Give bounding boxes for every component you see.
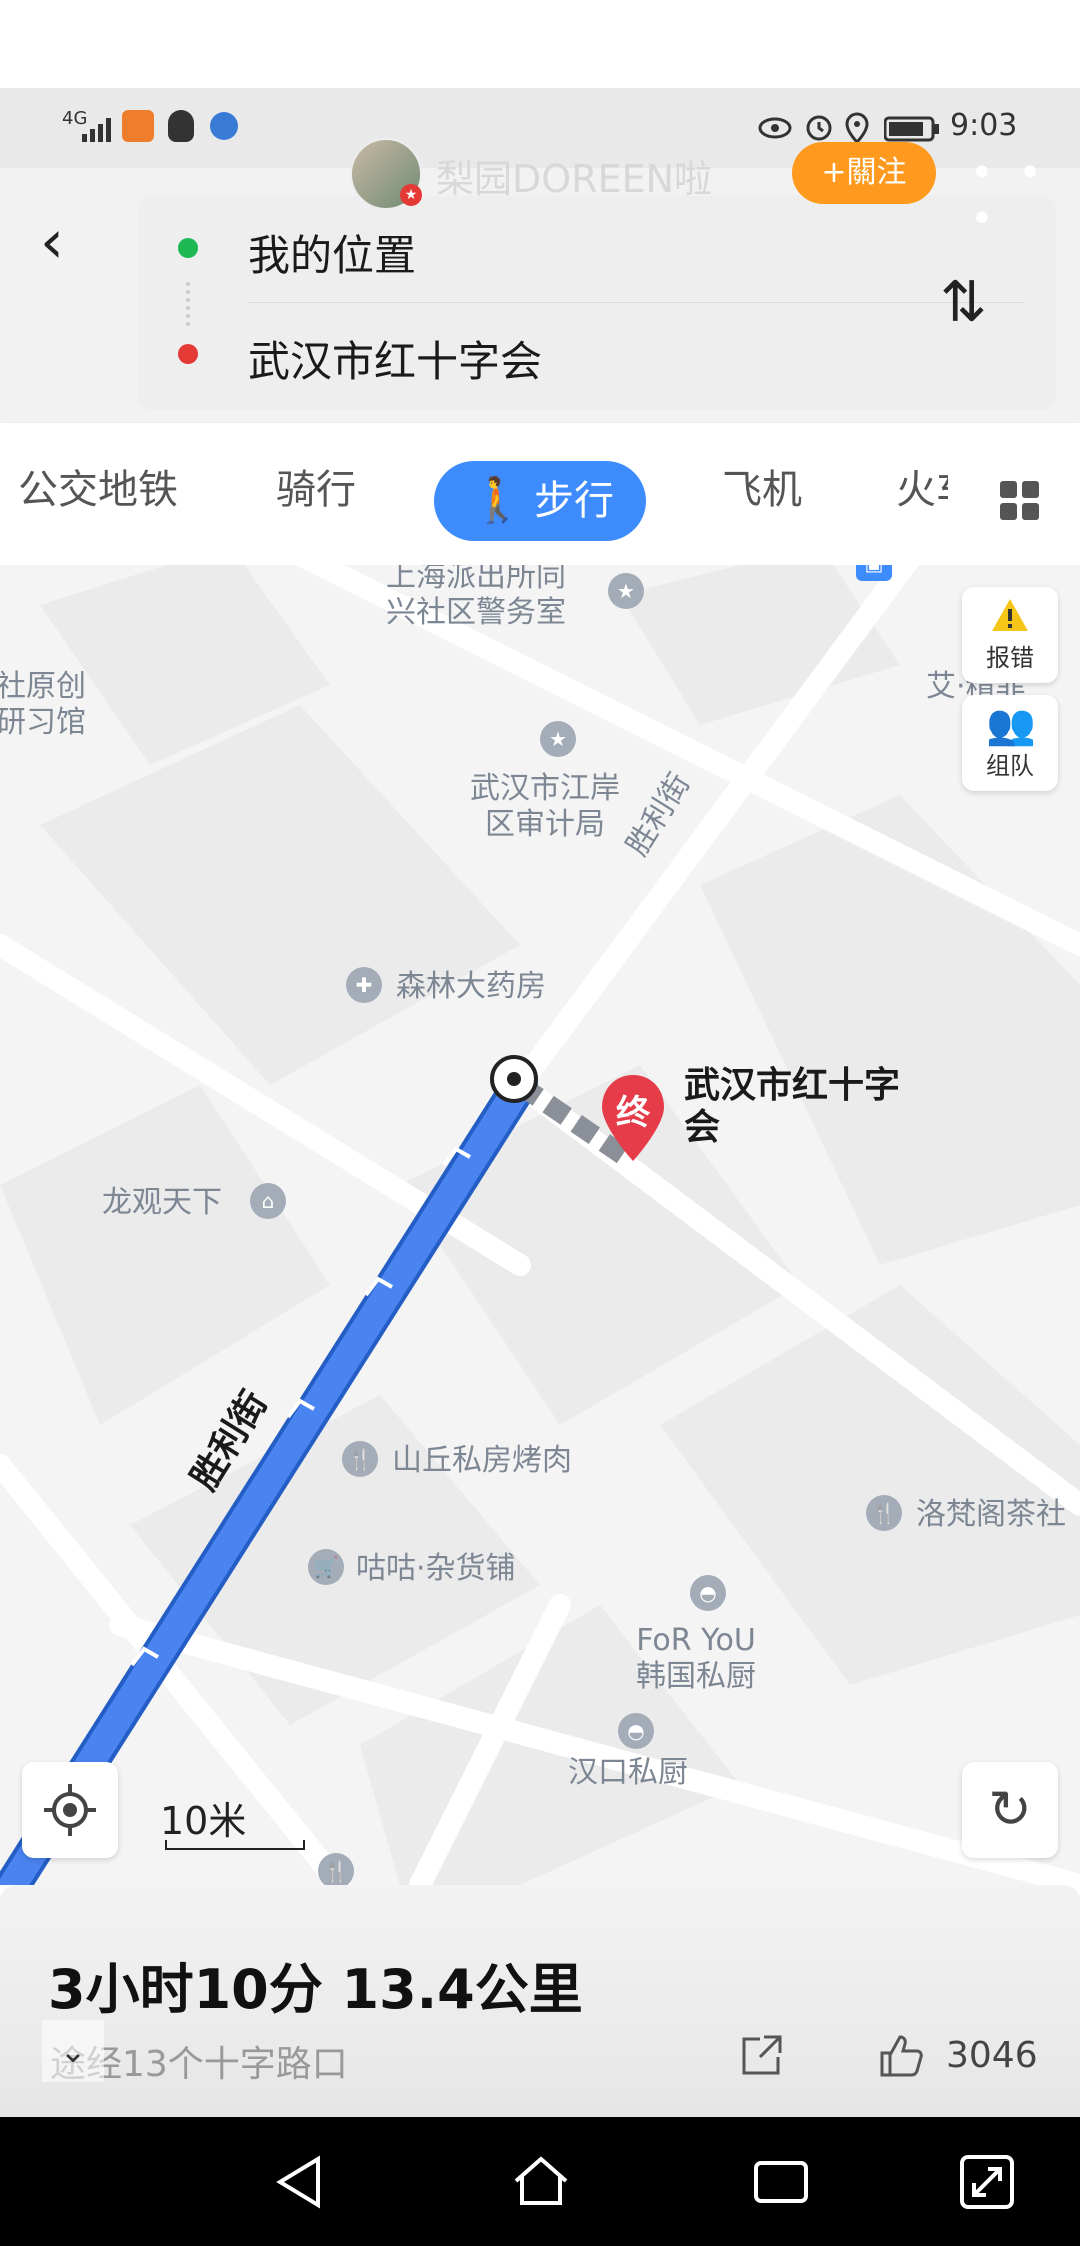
nav-recents-icon[interactable] — [746, 2147, 816, 2217]
warning-icon — [992, 599, 1028, 631]
destination-dot-icon — [178, 344, 198, 364]
poi-police-station[interactable]: 上海派出所同 兴社区警务室 — [386, 565, 566, 631]
duration-distance: 3小时10分 13.4公里 — [48, 1958, 583, 2021]
report-error-label: 报错 — [986, 644, 1034, 672]
travel-mode-tabs: 公交地铁 骑行 🚶 步行 飞机 火车 — [0, 423, 1080, 565]
route-connector — [186, 282, 194, 326]
follow-button[interactable]: +關注 — [792, 142, 936, 204]
username: 梨园DOREEN啦 — [436, 157, 713, 201]
route-divider — [248, 302, 1024, 303]
building-pin-icon: ⌂ — [250, 1183, 286, 1219]
verified-badge-icon: ★ — [400, 184, 422, 206]
tab-walk[interactable]: 🚶 步行 — [434, 461, 646, 541]
clock-time: 9:03 — [950, 108, 1018, 143]
poi-studio[interactable]: 社原创 研习馆 — [0, 669, 86, 741]
eye-icon — [758, 117, 792, 139]
poi-grocery[interactable]: 咕咕·杂货铺 — [356, 1551, 516, 1587]
restaurant-pin-icon: 🍴 — [342, 1441, 378, 1477]
system-nav-bar — [0, 2117, 1080, 2246]
poi-pharmacy[interactable]: 森林大药房 — [396, 969, 546, 1005]
locate-me-button[interactable] — [22, 1762, 118, 1858]
route-summary-panel[interactable]: 3小时10分 13.4公里 途经13个十字路口 ⌄ 3046 — [0, 1885, 1080, 2117]
poi-hankou-kitchen[interactable]: 汉口私厨 — [568, 1755, 688, 1791]
destination-field[interactable]: 武汉市红十字会 — [248, 328, 542, 389]
tab-flight[interactable]: 飞机 — [722, 457, 802, 515]
nav-fullscreen-icon[interactable] — [952, 2147, 1022, 2217]
top-blank-area — [0, 0, 1080, 88]
tab-bike[interactable]: 骑行 — [276, 457, 356, 515]
route-input-card: 我的位置 武汉市红十字会 — [138, 196, 1056, 410]
thumbs-up-icon[interactable] — [878, 2033, 924, 2079]
team-button[interactable]: 👥 组队 — [962, 695, 1058, 791]
like-count: 3046 — [946, 2035, 1038, 2076]
share-icon[interactable] — [740, 2033, 784, 2077]
food-pin-icon: ◓ — [690, 1575, 726, 1611]
food-pin-icon: ◓ — [618, 1713, 654, 1749]
restaurant-pin-icon: 🍴 — [318, 1853, 354, 1885]
poi-korean-kitchen[interactable]: FoR YoU 韩国私厨 — [636, 1623, 756, 1695]
star-pin-icon: ★ — [608, 573, 644, 609]
swap-arrows-icon: ⇅ — [940, 270, 987, 335]
crosshair-icon — [44, 1784, 96, 1836]
walking-person-icon: 🚶 — [470, 475, 525, 526]
poi-longguan[interactable]: 龙观天下 — [102, 1185, 222, 1221]
origin-field[interactable]: 我的位置 — [248, 222, 416, 283]
pharmacy-pin-icon: ✚ — [346, 967, 382, 1003]
chevron-left-icon: ‹ — [40, 207, 64, 277]
map-streets — [0, 565, 1080, 1885]
browser-icon — [210, 112, 238, 140]
star-pin-icon: ★ — [540, 721, 576, 757]
destination-pin-label: 终 — [616, 1093, 650, 1133]
bus-stop-icon: ▣ — [856, 565, 892, 581]
poi-tea-house[interactable]: 洛梵阁茶社 — [916, 1497, 1066, 1533]
collapse-chevron-icon[interactable]: ⌄ — [42, 2020, 104, 2082]
nav-home-icon[interactable] — [506, 2147, 576, 2217]
restaurant-pin-icon: 🍴 — [866, 1495, 902, 1531]
map-view[interactable]: 上海派出所同 兴社区警务室 ★ ▣ 社原创 研习馆 ★ 武汉市江岸 区审计局 ✚… — [0, 565, 1080, 1885]
signal-icon — [82, 118, 111, 142]
poi-audit-bureau[interactable]: 武汉市江岸 区审计局 — [470, 771, 620, 843]
shop-pin-icon: 🛒 — [308, 1549, 344, 1585]
tab-train[interactable]: 火车 — [896, 457, 948, 515]
swap-route-button[interactable]: ⇅ — [940, 270, 987, 335]
back-button[interactable]: ‹ — [40, 210, 96, 274]
team-label: 组队 — [986, 752, 1034, 780]
report-error-button[interactable]: 报错 — [962, 587, 1058, 683]
video-app-icon — [122, 110, 154, 142]
refresh-button[interactable]: ↻ — [962, 1762, 1058, 1858]
tab-transit[interactable]: 公交地铁 — [18, 457, 178, 515]
more-modes-grid-icon[interactable] — [1000, 481, 1040, 521]
nav-back-icon[interactable] — [266, 2147, 336, 2217]
team-people-icon: 👥 — [986, 702, 1036, 748]
destination-map-label[interactable]: 武汉市红十字 会 — [684, 1065, 900, 1149]
map-scale-bar — [165, 1840, 305, 1850]
more-options-icon[interactable]: • • • — [970, 150, 1080, 242]
refresh-icon: ↻ — [988, 1780, 1032, 1840]
poi-bbq[interactable]: 山丘私房烤肉 — [392, 1443, 572, 1479]
tab-walk-label: 步行 — [534, 478, 614, 524]
origin-dot-icon — [178, 238, 198, 258]
qq-icon — [168, 110, 194, 142]
map-scale-label: 10米 — [160, 1799, 247, 1843]
